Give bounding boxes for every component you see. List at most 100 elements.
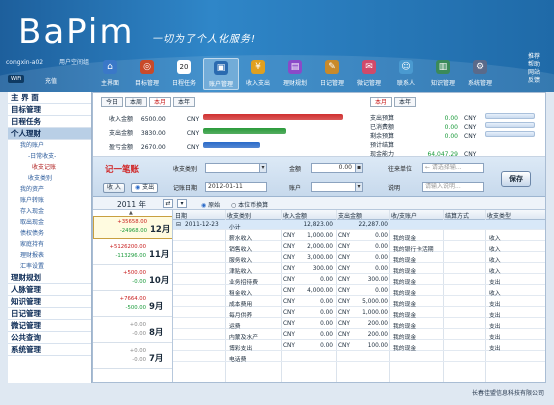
sidebar-item[interactable]: 微记管理: [8, 320, 91, 332]
radio-original[interactable]: ◉ 原始: [201, 200, 220, 209]
recommend-link[interactable]: 推荐: [528, 53, 540, 61]
sidebar-item[interactable]: 债权债务: [8, 228, 91, 239]
sidebar-item[interactable]: 个人理财: [8, 128, 91, 140]
sidebar-item[interactable]: -日常收支-: [8, 151, 91, 162]
nav-diary[interactable]: ✎ 日记管理: [314, 58, 350, 90]
collapse-icon[interactable]: ⊟: [176, 222, 181, 228]
nav-target[interactable]: ◎ 目标管理: [129, 58, 165, 90]
month-item[interactable]: +35658.00 -24968.00 12月: [93, 216, 172, 239]
nav-chart[interactable]: ▤ 理财规划: [277, 58, 313, 90]
sidebar-item[interactable]: 取出现金: [8, 217, 91, 228]
table-row[interactable]: 租金收入 CNY 4,000.00 CNY 0.00 我的现金 收入: [173, 286, 545, 297]
category-select[interactable]: [205, 163, 267, 173]
tab-period[interactable]: 本月: [149, 97, 172, 107]
nav-contacts[interactable]: ☺ 联系人: [388, 58, 424, 90]
save-button[interactable]: 保存: [501, 171, 531, 187]
tab-right-period[interactable]: 本月: [370, 97, 393, 107]
tab-period[interactable]: 本周: [125, 97, 148, 107]
year-dropdown-icon[interactable]: ▾: [177, 199, 187, 208]
month-item[interactable]: +0.00 -0.00 7月: [93, 346, 172, 369]
sidebar-item[interactable]: 我的资产: [8, 184, 91, 195]
sidebar-item[interactable]: 存入现金: [8, 206, 91, 217]
sidebar-item[interactable]: 账户转账: [8, 195, 91, 206]
note-label: 说明: [388, 185, 401, 192]
radio-base-currency[interactable]: ○ 本位币换算: [231, 200, 268, 209]
column-header[interactable]: 收支类别: [227, 211, 251, 220]
sidebar-item[interactable]: 理财规划: [8, 272, 91, 284]
month-item[interactable]: +7664.00 -500.00 9月: [93, 294, 172, 317]
tab-right-period[interactable]: 本年: [394, 97, 417, 107]
table-row[interactable]: 销售收入 CNY 2,000.00 CNY 0.00 我的银行卡活期 收入: [173, 242, 545, 253]
note-input[interactable]: 请输入说明...: [422, 182, 484, 192]
month-item[interactable]: +0.00 -0.00 8月: [93, 320, 172, 343]
sidebar-item[interactable]: 理财报表: [8, 250, 91, 261]
budget-value: 0.00: [444, 133, 458, 140]
column-header[interactable]: 收/支账户: [391, 211, 417, 220]
charge-link[interactable]: 充值: [45, 76, 57, 85]
tab-period[interactable]: 本年: [173, 97, 196, 107]
sidebar-item[interactable]: 人脉管理: [8, 284, 91, 296]
nav-note[interactable]: ✉ 微记管理: [351, 58, 387, 90]
expense-label: 支出金额: [109, 130, 134, 137]
column-header[interactable]: 结算方式: [445, 211, 469, 220]
nav-label: 目标管理: [134, 80, 159, 87]
nav-wallet[interactable]: ▣ 账户管理: [203, 58, 239, 90]
month-item[interactable]: +500.00 -0.00 10月: [93, 268, 172, 291]
nav-book[interactable]: ▥ 知识管理: [425, 58, 461, 90]
table-row[interactable]: 服务收入 CNY 3,000.00 CNY 0.00 我的现金 收入: [173, 253, 545, 264]
column-header[interactable]: 收入金额: [283, 211, 307, 220]
table-row[interactable]: 运费 CNY 0.00 CNY 200.00 我的现金 支出: [173, 319, 545, 330]
summary-panel: 今日 本周 本月 本年 收入金额 6500.00 CNY 支出金额 3830.00 C…: [93, 93, 545, 158]
month-item[interactable]: +5126200.00 -113296.00 11月: [93, 242, 172, 265]
table-row[interactable]: 博彩支出 CNY 0.00 CNY 100.00 我的现金 支出: [173, 341, 545, 352]
cell-type: 收入: [489, 235, 501, 242]
table-row[interactable]: ⊟ 2011-12-23 小计 12,823.00 22,287.00: [173, 220, 545, 231]
column-header[interactable]: 日期: [175, 211, 187, 220]
sidebar-item[interactable]: 主 界 面: [8, 92, 91, 104]
table-row[interactable]: 成本费用 CNY 0.00 CNY 5,000.00 我的现金 支出: [173, 297, 545, 308]
table-row[interactable]: 电话费: [173, 352, 545, 363]
table-row[interactable]: 内蒙及水产 CNY 0.00 CNY 200.00 我的现金 支出: [173, 330, 545, 341]
sidebar-item[interactable]: 汇率设置: [8, 261, 91, 272]
table-row[interactable]: 津贴收入 CNY 300.00 CNY 0.00 我的现金 收入: [173, 264, 545, 275]
nav-settings[interactable]: ⚙ 系统管理: [462, 58, 498, 90]
sidebar-item[interactable]: 收支类别: [8, 173, 91, 184]
sidebar-item[interactable]: 我的账户: [8, 140, 91, 151]
swap-icon[interactable]: ⇄: [163, 199, 173, 208]
table-row[interactable]: 薪水收入 CNY 1,000.00 CNY 0.00 我的现金 收入: [173, 231, 545, 242]
sidebar-item[interactable]: 日程任务: [8, 116, 91, 128]
table-row[interactable]: 业务招待费 CNY 0.00 CNY 300.00 我的现金 支出: [173, 275, 545, 286]
sidebar-item[interactable]: 系统管理: [8, 344, 91, 356]
nav-home[interactable]: ⌂ 主界面: [92, 58, 128, 90]
feedback-link[interactable]: 反馈: [528, 77, 540, 85]
help-link[interactable]: 帮助: [528, 61, 540, 69]
nav-money[interactable]: ¥ 收入支出: [240, 58, 276, 90]
sidebar-item[interactable]: 日记管理: [8, 308, 91, 320]
sidebar-item[interactable]: 知识管理: [8, 296, 91, 308]
column-header[interactable]: 支出金额: [338, 211, 362, 220]
cell-account: 我的现金: [393, 268, 417, 275]
category-dropdown-icon[interactable]: ▾: [259, 163, 267, 173]
budget-row: 支出预算 0.00 CNY: [370, 113, 478, 122]
user-name[interactable]: congxin-a02: [6, 59, 43, 66]
sidebar-item[interactable]: 公共查询: [8, 332, 91, 344]
website-link[interactable]: 网站: [528, 69, 540, 77]
cell-income: 1,000.00: [307, 232, 333, 239]
date-input[interactable]: 2012-01-11: [205, 182, 267, 192]
income-button[interactable]: 收 入: [103, 183, 125, 193]
from-input[interactable]: ← 请选择输...: [422, 163, 484, 173]
amount-calc-icon[interactable]: ▪: [355, 163, 363, 173]
account-dropdown-icon[interactable]: ▾: [355, 182, 363, 192]
amount-input[interactable]: 0.00: [311, 163, 361, 173]
account-select[interactable]: [311, 182, 361, 192]
user-space[interactable]: 用户空间组: [59, 59, 89, 66]
sidebar-item[interactable]: 家庭持有: [8, 239, 91, 250]
column-header[interactable]: 收支类型: [487, 211, 511, 220]
table-row[interactable]: 每月供养 CNY 0.00 CNY 1,000.00 我的现金 支出: [173, 308, 545, 319]
budget-value: 0.00: [444, 124, 458, 131]
sidebar-item[interactable]: 目标管理: [8, 104, 91, 116]
nav-calendar[interactable]: 20 日程任务: [166, 58, 202, 90]
sidebar-item[interactable]: 收支记账: [8, 162, 91, 173]
expense-button[interactable]: ◉ 支出: [131, 183, 159, 193]
tab-period[interactable]: 今日: [101, 97, 124, 107]
